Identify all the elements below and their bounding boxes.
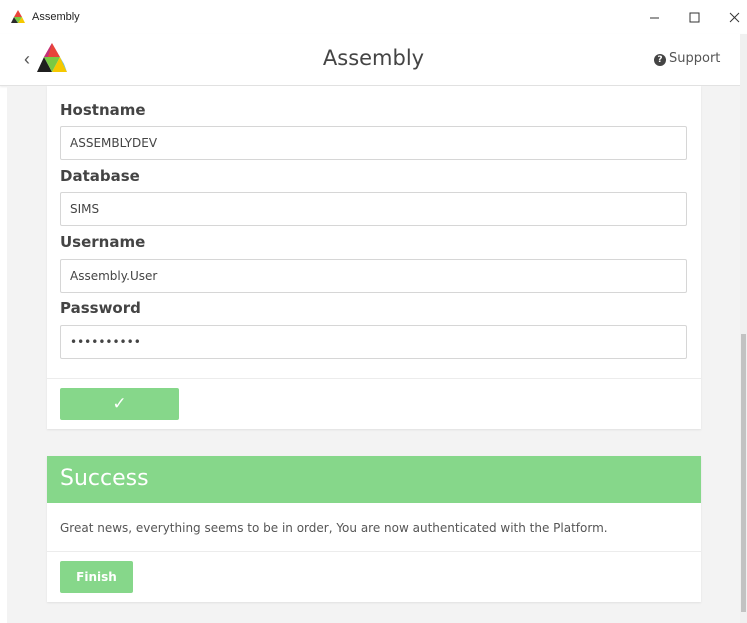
app-logo-icon bbox=[11, 10, 25, 23]
password-input[interactable]: •••••••••• bbox=[60, 325, 687, 359]
support-label: Support bbox=[669, 51, 721, 66]
support-link[interactable]: ? Support bbox=[654, 51, 720, 66]
page-title: Assembly bbox=[322, 46, 425, 70]
vertical-scrollbar[interactable] bbox=[740, 34, 747, 623]
minimize-icon[interactable] bbox=[639, 6, 669, 28]
username-label: Username bbox=[60, 233, 146, 251]
success-header: Success bbox=[47, 456, 701, 503]
question-circle-icon: ? bbox=[654, 54, 666, 66]
success-divider bbox=[47, 551, 701, 552]
hostname-input[interactable]: ASSEMBLYDEV bbox=[60, 126, 687, 160]
confirm-button[interactable]: ✓ bbox=[60, 388, 179, 420]
hostname-label: Hostname bbox=[60, 101, 146, 119]
maximize-icon[interactable] bbox=[679, 6, 709, 28]
app-header: ‹ Assembly ? Support bbox=[0, 34, 747, 86]
checkmark-icon: ✓ bbox=[112, 394, 127, 413]
scrollbar-thumb[interactable] bbox=[741, 334, 746, 612]
close-icon[interactable] bbox=[719, 6, 747, 28]
password-label: Password bbox=[60, 299, 141, 317]
main-content[interactable]: Hostname ASSEMBLYDEV Database SIMS Usern… bbox=[7, 86, 740, 623]
success-card: Success Great news, everything seems to … bbox=[47, 456, 701, 602]
form-divider bbox=[47, 378, 701, 379]
window-titlebar: Assembly bbox=[0, 0, 747, 34]
database-label: Database bbox=[60, 167, 140, 185]
username-input[interactable]: Assembly.User bbox=[60, 259, 687, 293]
success-message: Great news, everything seems to be in or… bbox=[60, 521, 608, 535]
success-title: Success bbox=[60, 466, 149, 491]
database-input[interactable]: SIMS bbox=[60, 192, 687, 226]
connection-form-card: Hostname ASSEMBLYDEV Database SIMS Usern… bbox=[47, 86, 701, 429]
finish-button[interactable]: Finish bbox=[60, 561, 133, 593]
window-title: Assembly bbox=[32, 11, 80, 23]
